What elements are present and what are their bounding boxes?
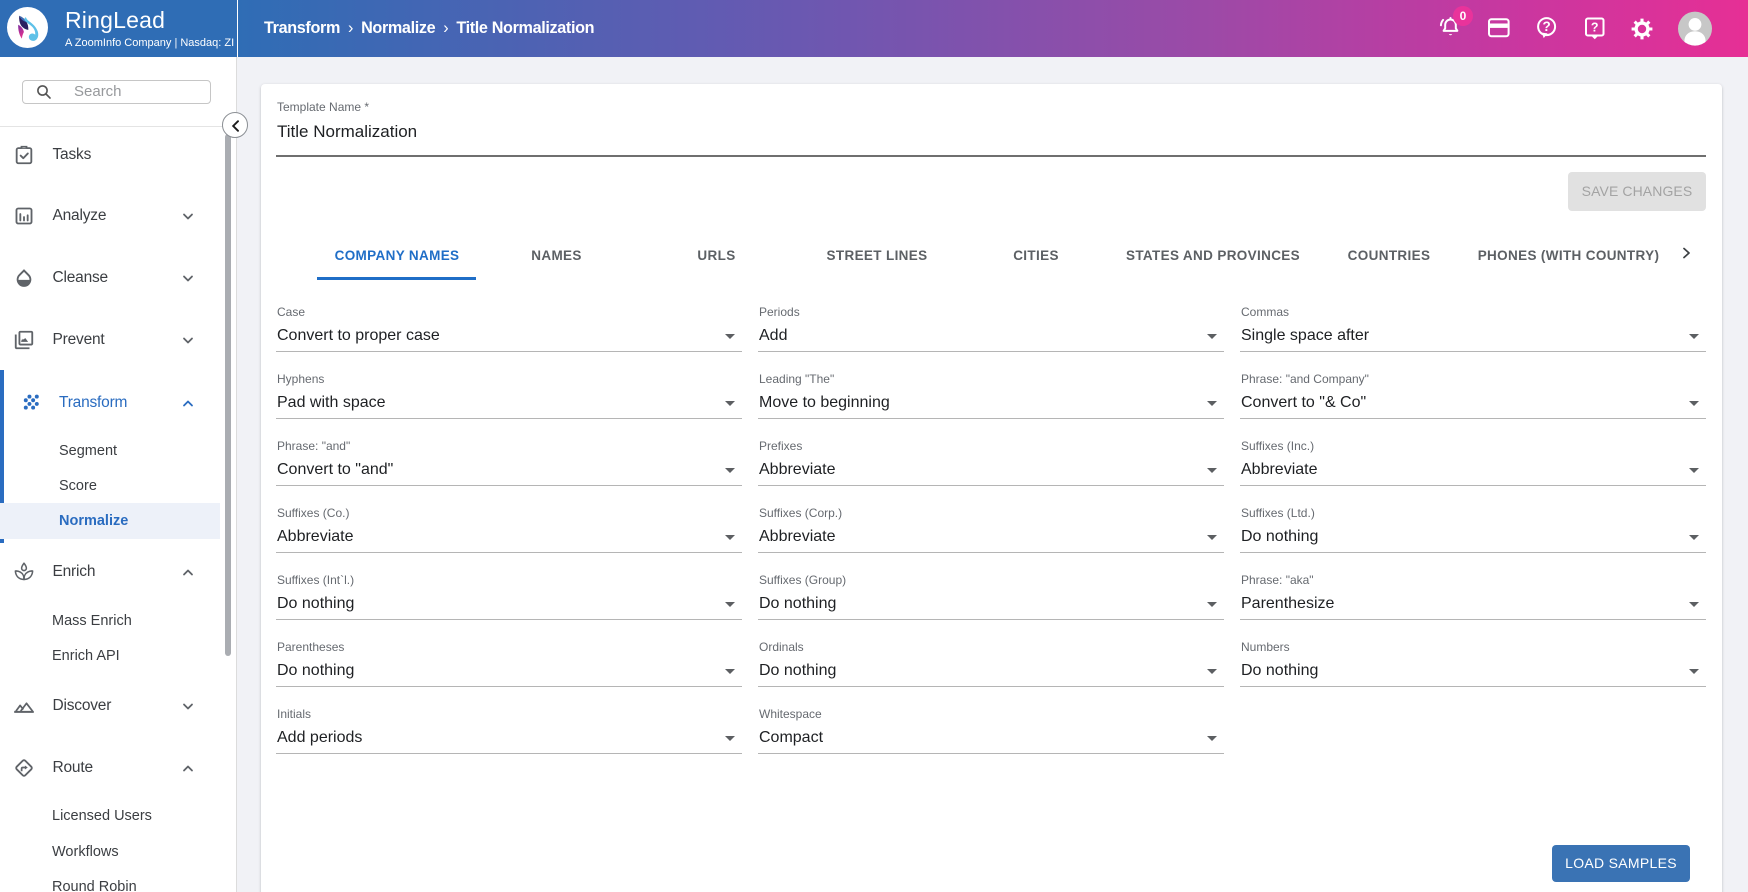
svg-text:?: ? [1542,19,1550,34]
svg-text:?: ? [1591,20,1599,34]
